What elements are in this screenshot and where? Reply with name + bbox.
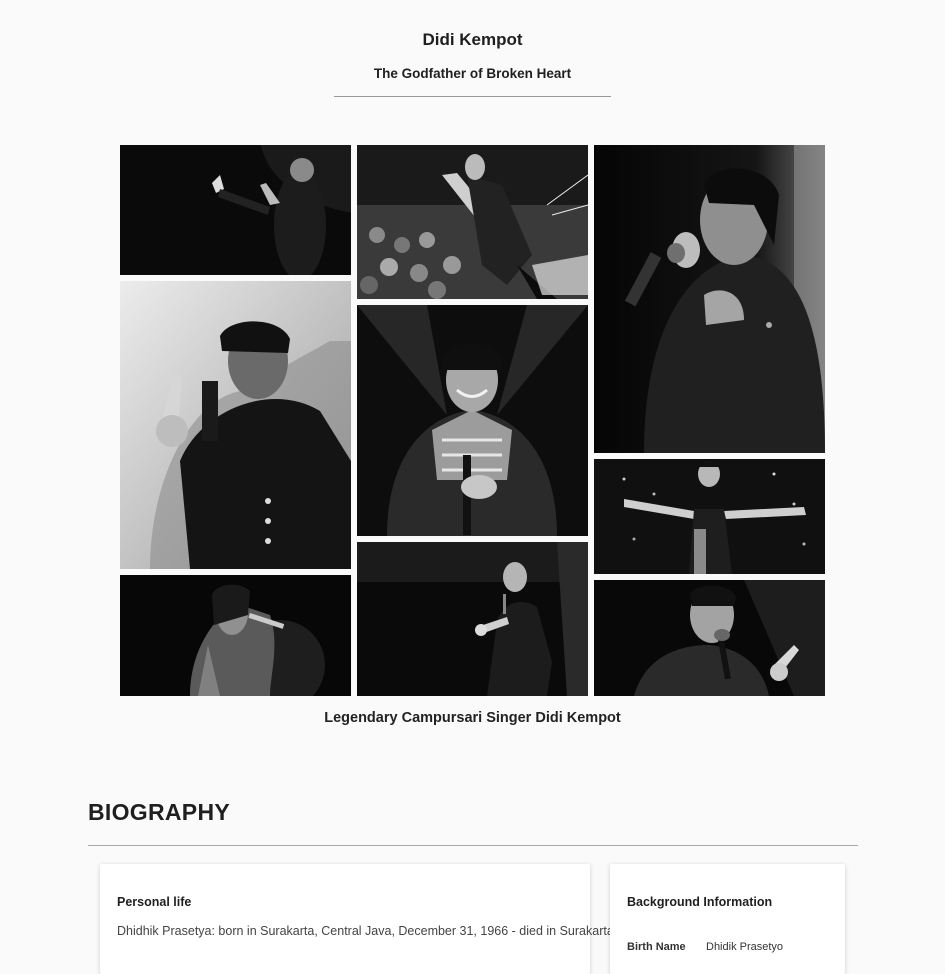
gallery-photo-pointing-up-blangkon[interactable]	[120, 281, 351, 569]
page-subtitle: The Godfather of Broken Heart	[373, 66, 572, 81]
personal-life-title: Personal life	[117, 895, 192, 909]
gallery-photo-singing-sequin-jacket[interactable]	[120, 575, 351, 696]
gallery-photo-singing-gesturing-hand[interactable]	[594, 580, 825, 696]
gallery-caption: Legendary Campursari Singer Didi Kempot	[324, 710, 621, 726]
gallery-photo-closeup-hand-on-chest[interactable]	[594, 145, 825, 453]
biography-heading: BIOGRAPHY	[88, 799, 230, 825]
gallery-photo-arms-outstretched[interactable]	[594, 459, 825, 574]
gallery-photo-stage-with-mic[interactable]	[357, 542, 588, 696]
birth-name-value: Dhidik Prasetyo	[706, 941, 784, 953]
birth-name-label: Birth Name	[627, 941, 686, 953]
background-info-card: Background Information Birth Name Dhidik…	[610, 864, 845, 974]
biography-divider	[88, 845, 858, 846]
personal-life-text: Dhidhik Prasetya: born in Surakarta, Cen…	[117, 924, 618, 938]
gallery-photo-reaching-to-crowd[interactable]	[357, 145, 588, 299]
title-divider	[334, 96, 611, 97]
page-title: Didi Kempot	[422, 30, 523, 49]
gallery-photo-smiling-batik-jacket[interactable]	[357, 305, 588, 536]
gallery-photo-singing-spotlight[interactable]	[120, 145, 351, 275]
background-info-title: Background Information	[627, 895, 773, 909]
personal-life-card: Personal life Dhidhik Prasetya: born in …	[100, 864, 618, 974]
